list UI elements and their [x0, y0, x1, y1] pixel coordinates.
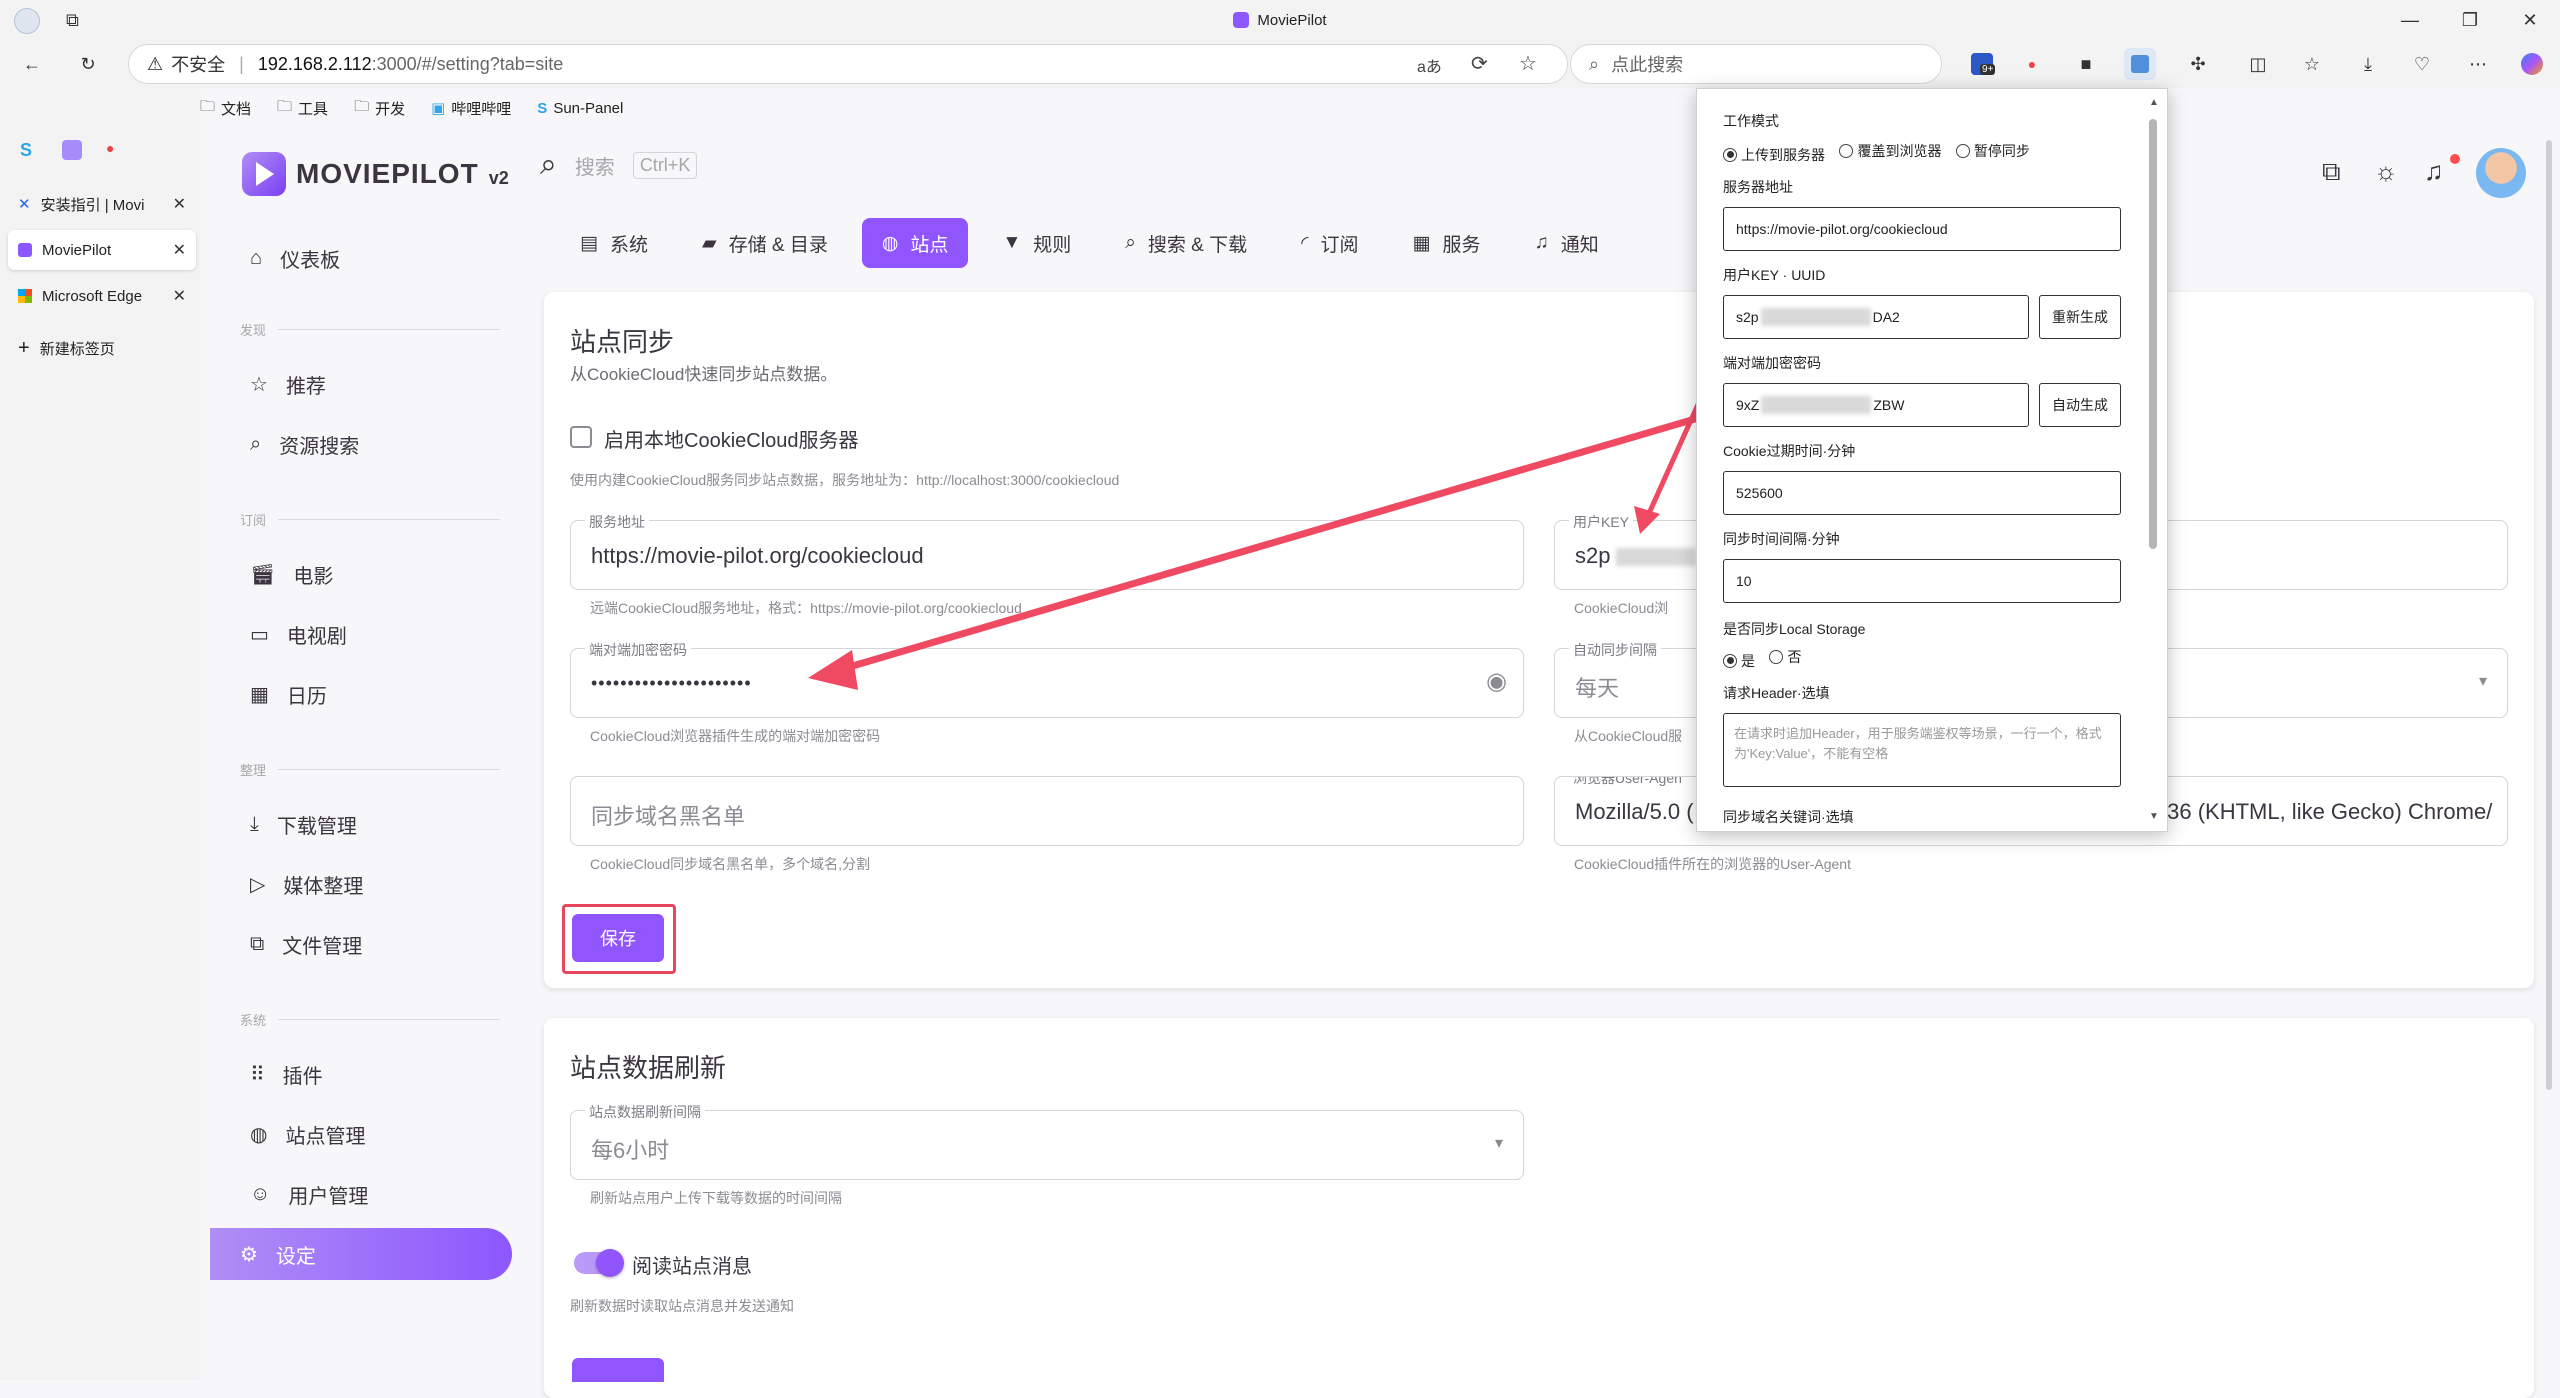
cookiecloud-extension-popup: 工作模式 上传到服务器 覆盖到浏览器 暂停同步 服务器地址 https://mo…: [1696, 88, 2168, 832]
scroll-down-icon[interactable]: ▼: [2149, 811, 2159, 822]
popup-header-label: 请求Header·选填: [1723, 685, 1830, 701]
popup-server-label: 服务器地址: [1723, 179, 1793, 195]
popup-scrollbar[interactable]: [2149, 119, 2157, 549]
popup-localstorage-label: 是否同步Local Storage: [1723, 621, 1866, 637]
annotation-arrows: [808, 398, 1714, 690]
localstorage-radio-group: 是 否: [1723, 647, 1811, 671]
arrow-to-userkey-line: [1643, 398, 1703, 522]
arrow-to-password-head: [808, 650, 858, 690]
mode-upload-radio[interactable]: 上传到服务器: [1723, 145, 1825, 165]
autogenerate-button[interactable]: 自动生成: [2039, 383, 2121, 427]
popup-uuid-input[interactable]: s2p DA2: [1723, 295, 2029, 339]
mode-radio-group: 上传到服务器 覆盖到浏览器 暂停同步: [1723, 141, 2040, 165]
arrow-to-password-line: [831, 410, 1713, 676]
arrow-to-userkey-head: [1634, 506, 1660, 534]
popup-keywords-label: 同步域名关键词·选填: [1723, 809, 1854, 825]
popup-server-input[interactable]: https://movie-pilot.org/cookiecloud: [1723, 207, 2121, 251]
localstorage-yes-radio[interactable]: 是: [1723, 651, 1755, 671]
mode-label: 工作模式: [1723, 113, 1779, 129]
popup-expire-label: Cookie过期时间·分钟: [1723, 443, 1856, 459]
popup-interval-input[interactable]: 10: [1723, 559, 2121, 603]
mode-pause-radio[interactable]: 暂停同步: [1955, 141, 2030, 161]
popup-password-label: 端对端加密密码: [1723, 355, 1821, 371]
mode-override-radio[interactable]: 覆盖到浏览器: [1839, 141, 1941, 161]
localstorage-no-radio[interactable]: 否: [1769, 647, 1801, 667]
popup-expire-input[interactable]: 525600: [1723, 471, 2121, 515]
popup-uuid-label: 用户KEY · UUID: [1723, 267, 1826, 283]
popup-interval-label: 同步时间间隔·分钟: [1723, 531, 1840, 547]
popup-header-textarea[interactable]: 在请求时追加Header，用于服务端鉴权等场景，一行一个，格式为'Key:Val…: [1723, 713, 2121, 787]
scroll-up-icon[interactable]: ▲: [2149, 97, 2159, 108]
popup-password-input[interactable]: 9xZ ZBW: [1723, 383, 2029, 427]
regenerate-button[interactable]: 重新生成: [2039, 295, 2121, 339]
